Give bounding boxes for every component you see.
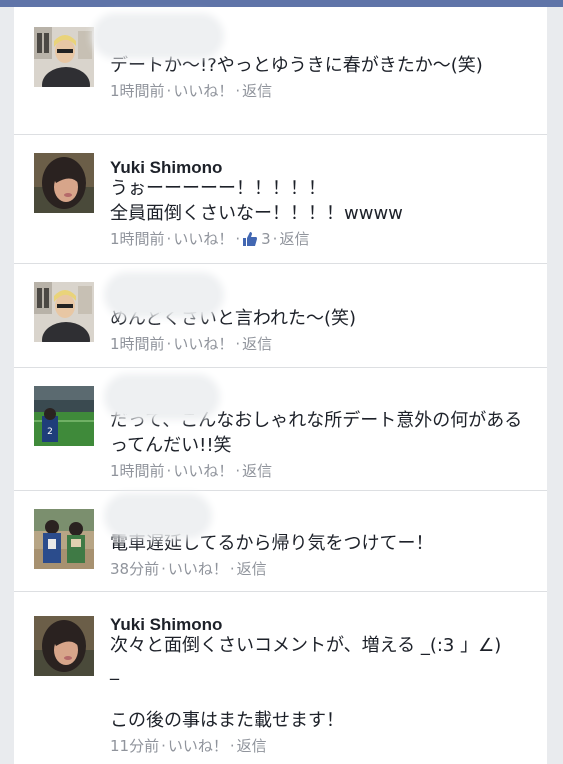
comment-meta: 1時間前 · いいね！ · 返信 bbox=[110, 333, 273, 355]
like-link[interactable]: いいね！ bbox=[173, 333, 233, 355]
comment-time[interactable]: 1時間前 bbox=[110, 460, 165, 482]
avatar[interactable] bbox=[34, 27, 94, 87]
comment-item: 電車遅延してるから帰り気をつけてー！ 38分前 · いいね！ · 返信 bbox=[14, 491, 547, 592]
comment-meta: 1時間前 · いいね！ · 返信 bbox=[110, 80, 273, 102]
avatar-woman-dark-hair-icon bbox=[34, 616, 94, 676]
top-bar bbox=[0, 0, 563, 7]
avatar[interactable]: 2 bbox=[34, 386, 94, 446]
comment-time[interactable]: 1時間前 bbox=[110, 80, 165, 102]
reply-link[interactable]: 返信 bbox=[237, 558, 267, 580]
avatar[interactable] bbox=[34, 153, 94, 213]
name-redaction bbox=[98, 19, 218, 53]
comment-meta: 38分前 · いいね！ · 返信 bbox=[110, 558, 267, 580]
like-link[interactable]: いいね！ bbox=[173, 460, 233, 482]
name-redaction bbox=[110, 278, 218, 312]
comment-meta: 11分前 · いいね！ · 返信 bbox=[110, 735, 267, 757]
comment-content: Yuki Shimono うぉーーーーー！！！！！ 全員面倒くさいなー！！！！w… bbox=[110, 157, 530, 250]
comment-text: デートか〜!?やっとゆうきに春がきたか〜(笑) bbox=[110, 55, 483, 76]
avatar-woman-dark-hair-icon bbox=[34, 153, 94, 213]
comment-time[interactable]: 1時間前 bbox=[110, 228, 165, 250]
comment-text: うぉーーーーー！！！！！ 全員面倒くさいなー！！！！wwww bbox=[110, 178, 403, 224]
comment-content: Yuki Shimono 次々と面倒くさいコメントが、増える _(:3 」∠)_… bbox=[110, 614, 530, 757]
comment-item: Yuki Shimono うぉーーーーー！！！！！ 全員面倒くさいなー！！！！w… bbox=[14, 135, 547, 264]
avatar-two-people-icon bbox=[34, 509, 94, 569]
avatar-man-blond-icon bbox=[34, 27, 94, 87]
comment-item: デートか〜!?やっとゆうきに春がきたか〜(笑) 1時間前 · いいね！ · 返信 bbox=[14, 7, 547, 135]
reply-link[interactable]: 返信 bbox=[242, 80, 272, 102]
svg-text:2: 2 bbox=[47, 427, 53, 437]
like-thumb-icon bbox=[243, 232, 258, 246]
name-redaction bbox=[110, 380, 214, 414]
like-link[interactable]: いいね！ bbox=[168, 735, 228, 757]
reply-link[interactable]: 返信 bbox=[279, 228, 309, 250]
comment-time[interactable]: 1時間前 bbox=[110, 333, 165, 355]
comment-list: デートか〜!?やっとゆうきに春がきたか〜(笑) 1時間前 · いいね！ · 返信 Yuk… bbox=[14, 7, 547, 764]
comment-item: めんどくさいと言われた〜(笑) 1時間前 · いいね！ · 返信 bbox=[14, 264, 547, 368]
avatar[interactable] bbox=[34, 282, 94, 342]
comment-item: 2 だって、こんなおしゃれな所デート意外の何があるってんだい!!笑 1時間前 · い… bbox=[14, 368, 547, 491]
avatar-stadium-icon: 2 bbox=[34, 386, 94, 446]
reply-link[interactable]: 返信 bbox=[237, 735, 267, 757]
avatar[interactable] bbox=[34, 509, 94, 569]
comment-time[interactable]: 11分前 bbox=[110, 735, 159, 757]
like-link[interactable]: いいね！ bbox=[168, 558, 228, 580]
comment-text: 次々と面倒くさいコメントが、増える _(:3 」∠)_ この後の事はまた載せます… bbox=[110, 635, 502, 731]
name-redaction bbox=[110, 499, 206, 533]
avatar-man-blond-icon bbox=[34, 282, 94, 342]
avatar[interactable] bbox=[34, 616, 94, 676]
like-link[interactable]: いいね！ bbox=[173, 228, 233, 250]
comment-time[interactable]: 38分前 bbox=[110, 558, 159, 580]
comment-item: Yuki Shimono 次々と面倒くさいコメントが、増える _(:3 」∠)_… bbox=[14, 592, 547, 764]
comment-meta: 1時間前 · いいね！ · 返信 bbox=[110, 460, 273, 482]
comment-meta: 1時間前 · いいね！ · 3 · 返信 bbox=[110, 228, 310, 250]
comment-content: デートか〜!?やっとゆうきに春がきたか〜(笑) 1時間前 · いいね！ · 返信 bbox=[98, 15, 530, 102]
like-link[interactable]: いいね！ bbox=[173, 80, 233, 102]
comment-text: だって、こんなおしゃれな所デート意外の何があるってんだい!!笑 bbox=[110, 410, 523, 456]
reply-link[interactable]: 返信 bbox=[242, 460, 272, 482]
comment-content: 電車遅延してるから帰り気をつけてー！ 38分前 · いいね！ · 返信 bbox=[110, 499, 530, 580]
comment-content: めんどくさいと言われた〜(笑) 1時間前 · いいね！ · 返信 bbox=[110, 278, 530, 355]
like-count[interactable]: 3 bbox=[242, 228, 271, 250]
comment-content: だって、こんなおしゃれな所デート意外の何があるってんだい!!笑 1時間前 · いいね… bbox=[110, 380, 530, 482]
reply-link[interactable]: 返信 bbox=[242, 333, 272, 355]
like-count-value: 3 bbox=[261, 230, 271, 248]
comment-text: 電車遅延してるから帰り気をつけてー！ bbox=[110, 533, 434, 554]
